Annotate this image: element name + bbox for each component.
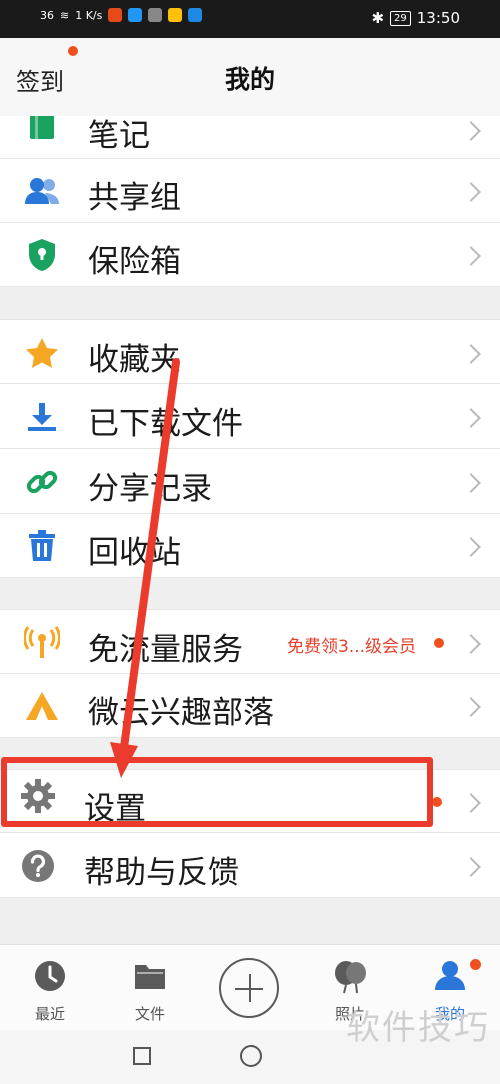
chevron-right-icon: [461, 121, 481, 141]
shield-lock-icon: [24, 237, 60, 273]
app-notification-icon: [188, 8, 203, 22]
chevron-right-icon: [461, 857, 481, 877]
menu-item-downloaded[interactable]: 已下载文件: [0, 384, 500, 449]
speed-indicator: 1 K/s: [75, 8, 103, 22]
folder-icon: [135, 965, 165, 989]
question-icon: [20, 848, 56, 884]
chevron-right-icon: [461, 634, 481, 654]
notification-dot: [68, 46, 78, 56]
chevron-right-icon: [461, 793, 481, 813]
chevron-right-icon: [461, 537, 481, 557]
note-icon: [24, 116, 60, 144]
page-title: 我的: [224, 65, 275, 94]
download-icon: [24, 399, 60, 435]
gear-icon: [20, 778, 56, 814]
group-icon: [24, 173, 60, 209]
menu-item-help-feedback[interactable]: 帮助与反馈: [0, 833, 500, 898]
chevron-right-icon: [461, 697, 481, 717]
tab-files[interactable]: 文件: [100, 945, 200, 1031]
notification-dot: [432, 797, 442, 807]
chevron-right-icon: [461, 344, 481, 364]
user-icon: [435, 961, 465, 990]
status-bar: 36 ≋ 1 K/s ✱ 29 13:50: [0, 0, 500, 38]
watermark: 软件技巧: [346, 1008, 490, 1048]
menu-item-share-history[interactable]: 分享记录: [0, 449, 500, 514]
battery-icon: 29: [390, 10, 411, 26]
menu-item-favorites[interactable]: 收藏夹: [0, 319, 500, 384]
home-circle-icon[interactable]: [240, 1045, 262, 1067]
balloon-icon: [335, 961, 366, 994]
tab-recent[interactable]: 最近: [0, 945, 100, 1031]
chevron-right-icon: [461, 246, 481, 266]
bluetooth-icon: ✱: [371, 9, 385, 27]
recents-square-icon[interactable]: [133, 1047, 151, 1065]
menu-item-notes[interactable]: 笔记: [0, 116, 500, 159]
app-notification-icon: [128, 8, 143, 22]
network-indicator: 36: [40, 8, 54, 22]
chevron-right-icon: [461, 473, 481, 493]
promo-text: 免费领3...级会员: [286, 637, 416, 657]
menu-item-shared-group[interactable]: 共享组: [0, 159, 500, 223]
chevron-right-icon: [461, 408, 481, 428]
notification-dot: [434, 638, 444, 648]
menu-item-settings[interactable]: 设置: [0, 769, 500, 833]
signal-icon: [24, 625, 60, 661]
menu-item-interest-tribe[interactable]: 微云兴趣部落: [0, 674, 500, 738]
link-icon: [24, 464, 60, 500]
app-header: 签到 我的: [0, 38, 500, 116]
clock-time: 13:50: [416, 9, 460, 27]
chevron-right-icon: [461, 182, 481, 202]
notification-dot: [470, 959, 481, 970]
menu-item-recycle-bin[interactable]: 回收站: [0, 514, 500, 578]
trash-icon: [24, 528, 60, 564]
tent-icon: [24, 688, 60, 724]
app-notification-icon: [148, 8, 163, 22]
menu-item-free-data-service[interactable]: 免流量服务 免费领3...级会员: [0, 609, 500, 674]
star-icon: [24, 335, 60, 371]
add-button[interactable]: [219, 958, 279, 1018]
clock-icon: [35, 961, 65, 991]
menu-item-safe-box[interactable]: 保险箱: [0, 223, 500, 287]
app-notification-icon: [168, 8, 183, 22]
app-notification-icon: [108, 8, 123, 22]
wifi-icon: ≋: [60, 8, 70, 22]
